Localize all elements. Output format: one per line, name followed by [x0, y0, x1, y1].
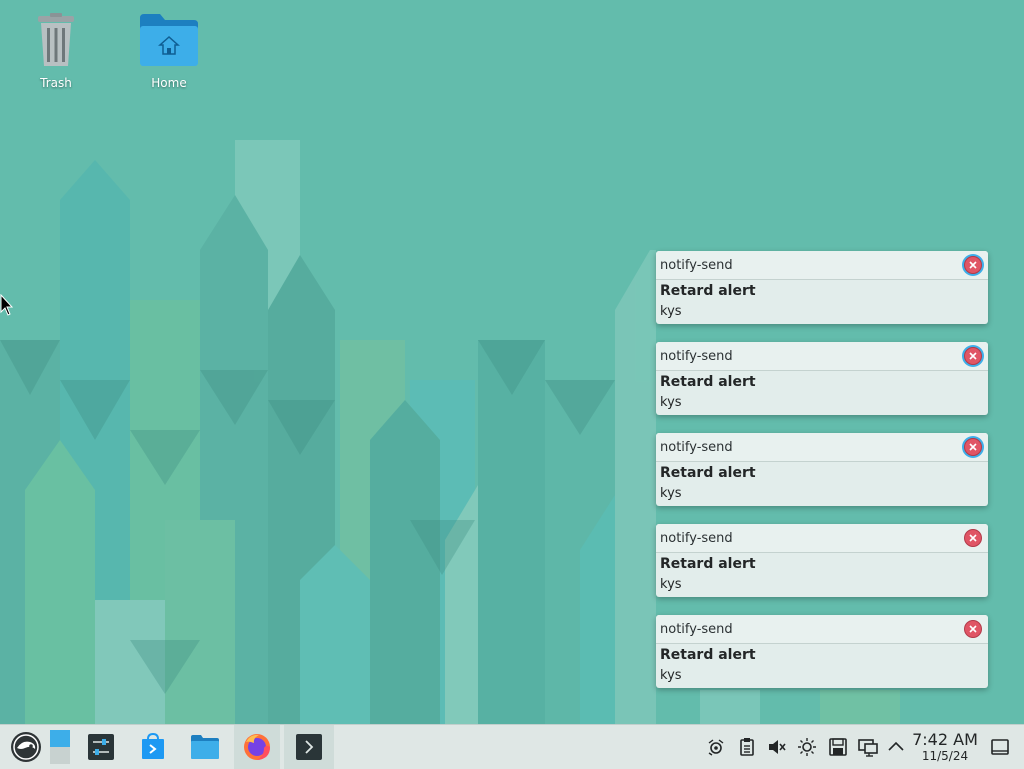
firefox-icon	[244, 734, 270, 760]
desktop-icon-trash[interactable]: Trash	[10, 12, 102, 90]
notification-title: Retard alert	[660, 465, 756, 481]
notification-app-name: notify-send	[660, 622, 733, 637]
notification-header: notify-send	[656, 524, 988, 553]
pager-icon	[50, 730, 70, 764]
clipboard-icon[interactable]	[737, 737, 757, 757]
volume-muted-icon[interactable]	[767, 737, 787, 757]
notification-close-button[interactable]	[964, 529, 982, 547]
notification-popup[interactable]: notify-send Retard alert kys	[656, 433, 988, 506]
notification-body: kys	[660, 304, 682, 319]
notification-body: kys	[660, 668, 682, 683]
notification-header: notify-send	[656, 433, 988, 462]
brightness-icon[interactable]	[797, 737, 817, 757]
desktop-icon-home[interactable]: Home	[123, 12, 215, 90]
notification-popup[interactable]: notify-send Retard alert kys	[656, 615, 988, 688]
desktop-icon-label: Home	[151, 76, 187, 90]
task-system-settings[interactable]	[80, 725, 122, 769]
close-icon	[969, 352, 977, 360]
home-folder-icon	[140, 14, 198, 66]
notification-popup[interactable]: notify-send Retard alert kys	[656, 251, 988, 324]
notification-close-button[interactable]	[964, 347, 982, 365]
notification-header: notify-send	[656, 342, 988, 371]
notification-app-name: notify-send	[660, 349, 733, 364]
network-icon[interactable]	[858, 737, 878, 757]
pager-widget[interactable]	[47, 725, 73, 769]
digital-clock[interactable]: 7:42 AM 11/5/24	[908, 730, 982, 764]
notification-app-name: notify-send	[660, 258, 733, 273]
task-dolphin[interactable]	[184, 725, 226, 769]
notification-close-button[interactable]	[964, 256, 982, 274]
task-firefox[interactable]	[234, 725, 280, 769]
notification-popup[interactable]: notify-send Retard alert kys	[656, 342, 988, 415]
notification-body: kys	[660, 486, 682, 501]
notification-close-button[interactable]	[964, 438, 982, 456]
notification-app-name: notify-send	[660, 531, 733, 546]
clock-time: 7:42 AM	[912, 730, 978, 749]
close-icon	[969, 534, 977, 542]
taskbar-panel: 7:42 AM 11/5/24	[0, 724, 1024, 769]
task-discover[interactable]	[132, 725, 174, 769]
notification-app-name: notify-send	[660, 440, 733, 455]
dolphin-file-manager-icon	[191, 735, 219, 759]
task-konsole[interactable]	[284, 725, 334, 769]
notification-header: notify-send	[656, 615, 988, 644]
close-icon	[969, 443, 977, 451]
close-icon	[969, 261, 977, 269]
konsole-icon	[296, 734, 322, 760]
application-launcher-button[interactable]	[6, 725, 46, 769]
notification-popup[interactable]: notify-send Retard alert kys	[656, 524, 988, 597]
clock-date: 11/5/24	[921, 749, 969, 763]
expand-tray-icon[interactable]	[886, 737, 906, 757]
show-desktop-icon[interactable]	[990, 737, 1010, 757]
notification-title: Retard alert	[660, 283, 756, 299]
desktop-icon-label: Trash	[40, 76, 72, 90]
close-icon	[969, 625, 977, 633]
discover-icon	[142, 733, 164, 759]
notification-title: Retard alert	[660, 556, 756, 572]
kde-connect-icon[interactable]	[706, 737, 726, 757]
notification-close-button[interactable]	[964, 620, 982, 638]
application-launcher-icon	[11, 732, 41, 762]
trash-icon	[38, 13, 74, 66]
system-settings-icon	[88, 734, 114, 760]
notification-body: kys	[660, 395, 682, 410]
notification-title: Retard alert	[660, 647, 756, 663]
disk-icon[interactable]	[828, 737, 848, 757]
mouse-pointer-icon	[0, 294, 14, 316]
notification-header: notify-send	[656, 251, 988, 280]
notification-body: kys	[660, 577, 682, 592]
notification-title: Retard alert	[660, 374, 756, 390]
